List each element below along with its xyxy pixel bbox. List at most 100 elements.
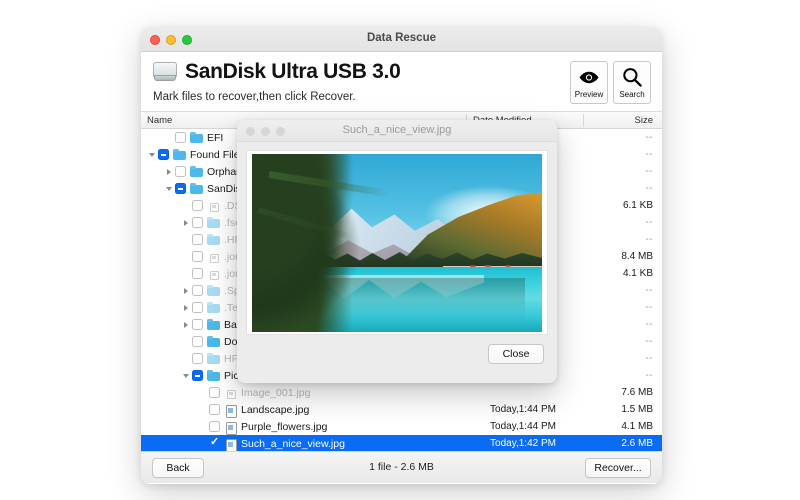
- row-name-cell: Landscape.jpg: [141, 401, 309, 418]
- row-checkbox[interactable]: [192, 319, 203, 330]
- chevron-right-icon[interactable]: [181, 299, 192, 316]
- file-size: --: [645, 285, 653, 296]
- row-name-cell: EFI: [141, 129, 223, 146]
- table-row[interactable]: Landscape.jpg Today,1:44 PM 1.5 MB: [141, 401, 662, 418]
- table-row[interactable]: Such_a_nice_view.jpg Today,1:42 PM 2.6 MB: [141, 435, 662, 451]
- drive-header: SanDisk Ultra USB 3.0 Mark files to reco…: [141, 52, 662, 112]
- row-name-cell: Image_001.jpg: [141, 384, 310, 401]
- search-button-label: Search: [619, 90, 645, 99]
- drive-name: SanDisk Ultra USB 3.0: [185, 60, 401, 83]
- file-size: --: [645, 132, 653, 143]
- folder-icon: [173, 149, 186, 160]
- file-date-modified: Today,1:44 PM: [490, 404, 556, 415]
- row-checkbox[interactable]: [192, 234, 203, 245]
- row-checkbox[interactable]: [192, 370, 203, 381]
- folder-icon: [207, 370, 220, 381]
- row-checkbox[interactable]: [209, 387, 220, 398]
- dialog-titlebar: Such_a_nice_view.jpg: [237, 120, 557, 142]
- row-checkbox[interactable]: [192, 268, 203, 279]
- folder-icon: [207, 234, 220, 245]
- file-size: 2.6 MB: [621, 438, 653, 449]
- eye-icon: [579, 66, 599, 88]
- row-checkbox[interactable]: [192, 251, 203, 262]
- document-icon: [224, 404, 237, 418]
- document-icon: [207, 268, 220, 280]
- row-checkbox[interactable]: [175, 166, 186, 177]
- file-size: --: [645, 319, 653, 330]
- header-tools: Preview Search: [570, 61, 651, 104]
- search-button[interactable]: Search: [613, 61, 651, 104]
- file-size: 4.1 MB: [621, 421, 653, 432]
- selection-status: 1 file - 2.6 MB: [369, 461, 434, 473]
- folder-icon: [207, 217, 220, 228]
- table-row[interactable]: Purple_flowers.jpg Today,1:44 PM 4.1 MB: [141, 418, 662, 435]
- photo-frame: [246, 150, 548, 335]
- chevron-right-icon[interactable]: [181, 316, 192, 333]
- dialog-footer: Close: [237, 335, 557, 375]
- row-checkbox[interactable]: [192, 217, 203, 228]
- row-checkbox[interactable]: [175, 183, 186, 194]
- bottom-toolbar: Back 1 file - 2.6 MB Recover...: [141, 451, 662, 483]
- row-checkbox[interactable]: [192, 200, 203, 211]
- file-size: 7.6 MB: [621, 387, 653, 398]
- magnifier-icon: [622, 66, 642, 88]
- row-checkbox[interactable]: [192, 302, 203, 313]
- folder-icon: [190, 166, 203, 177]
- row-checkbox[interactable]: [192, 353, 203, 364]
- file-size: --: [645, 166, 653, 177]
- chevron-right-icon[interactable]: [181, 282, 192, 299]
- close-button[interactable]: Close: [488, 344, 544, 364]
- window-titlebar: Data Rescue: [141, 27, 662, 52]
- chevron-right-icon[interactable]: [164, 163, 175, 180]
- row-checkbox[interactable]: [158, 149, 169, 160]
- screen: Data Rescue SanDisk Ultra USB 3.0 Mark f…: [0, 0, 800, 500]
- row-checkbox[interactable]: [192, 336, 203, 347]
- file-size: --: [645, 217, 653, 228]
- file-size: --: [645, 149, 653, 160]
- file-size: 1.5 MB: [621, 404, 653, 415]
- folder-icon: [190, 132, 203, 143]
- column-header-name[interactable]: Name: [147, 115, 172, 126]
- table-row[interactable]: Image_001.jpg 7.6 MB: [141, 384, 662, 401]
- file-size: 8.4 MB: [621, 251, 653, 262]
- row-checkbox[interactable]: [209, 435, 220, 449]
- image-preview-dialog: Such_a_nice_view.jpg Close: [237, 120, 557, 383]
- document-icon: [224, 421, 237, 435]
- preview-button[interactable]: Preview: [570, 61, 608, 104]
- file-size: --: [645, 353, 653, 364]
- document-icon: [224, 438, 237, 451]
- file-size: --: [645, 370, 653, 381]
- file-size: --: [645, 183, 653, 194]
- recover-button[interactable]: Recover...: [585, 458, 651, 478]
- folder-icon: [207, 319, 220, 330]
- row-checkbox[interactable]: [192, 285, 203, 296]
- chevron-down-icon[interactable]: [164, 180, 175, 197]
- document-icon: [207, 200, 220, 212]
- preview-button-label: Preview: [574, 90, 604, 99]
- file-size: 6.1 KB: [622, 200, 653, 211]
- file-size: --: [645, 302, 653, 313]
- folder-icon: [207, 336, 220, 347]
- row-checkbox[interactable]: [209, 404, 220, 415]
- column-header-size[interactable]: Size: [635, 115, 653, 126]
- chevron-down-icon[interactable]: [181, 367, 192, 384]
- chevron-right-icon[interactable]: [181, 214, 192, 231]
- file-name: Purple_flowers.jpg: [241, 420, 328, 433]
- row-checkbox[interactable]: [209, 421, 220, 432]
- file-name: Image_001.jpg: [241, 386, 311, 399]
- row-checkbox[interactable]: [175, 132, 186, 143]
- chevron-down-icon[interactable]: [147, 146, 158, 163]
- window-title: Data Rescue: [366, 32, 437, 44]
- document-icon: [207, 251, 220, 263]
- file-size: 4.1 KB: [622, 268, 653, 279]
- row-name-cell: Such_a_nice_view.jpg: [141, 435, 345, 451]
- file-size: --: [645, 336, 653, 347]
